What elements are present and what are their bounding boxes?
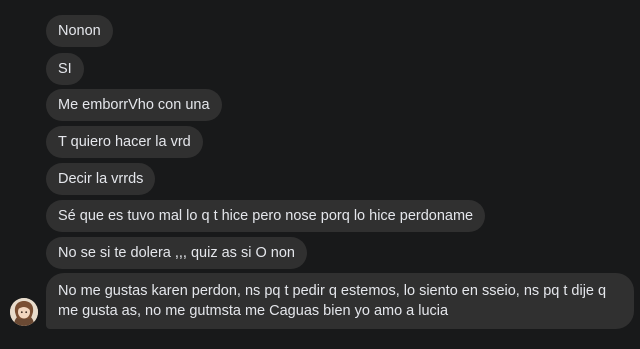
- message-bubble[interactable]: Me emborrVho con una: [46, 89, 222, 121]
- message-bubble[interactable]: No me gustas karen perdon, ns pq t pedir…: [46, 273, 634, 329]
- avatar-icon: [10, 298, 38, 326]
- message-bubble[interactable]: Sé que es tuvo mal lo q t hice pero nose…: [46, 200, 486, 232]
- message-thread: Nonon SI Me emborrVho con una T quiero h…: [0, 0, 640, 349]
- message-bubble[interactable]: Nonon: [46, 15, 113, 47]
- message-bubble[interactable]: SI: [46, 53, 84, 85]
- message-bubble[interactable]: T quiero hacer la vrd: [46, 126, 203, 158]
- message-bubble[interactable]: No se si te dolera ,,, quiz as si O non: [46, 237, 307, 269]
- message-bubble[interactable]: Decir la vrrds: [46, 163, 156, 195]
- avatar[interactable]: [10, 298, 38, 326]
